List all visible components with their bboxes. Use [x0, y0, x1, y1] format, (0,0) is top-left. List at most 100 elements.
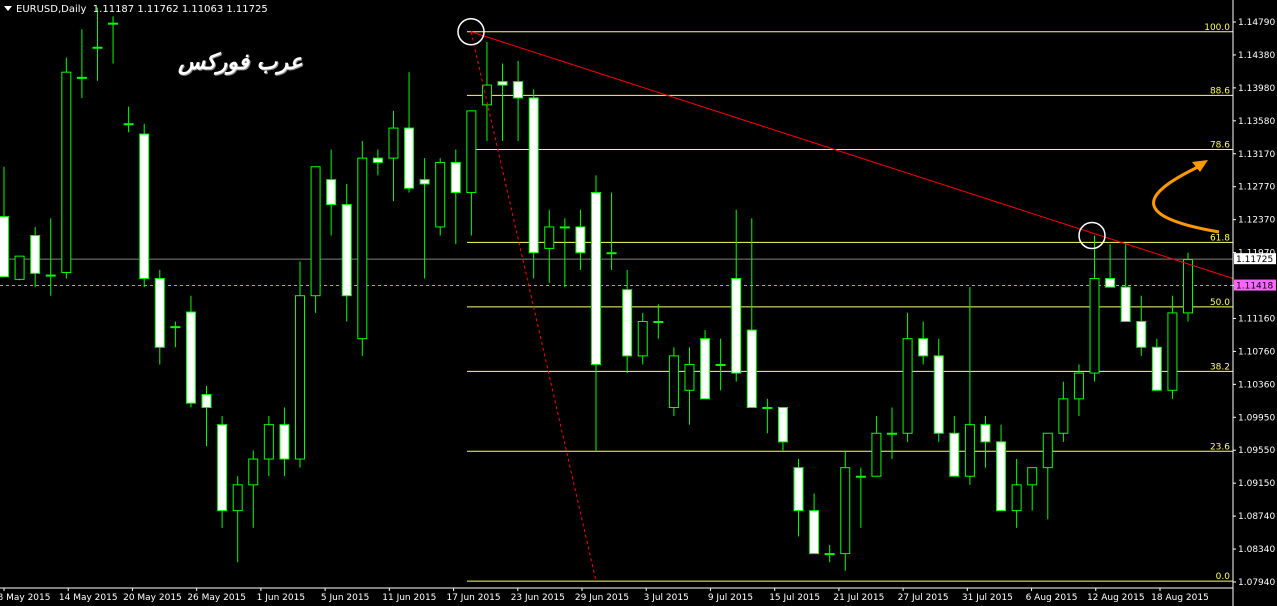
candle-body-down: [528, 97, 539, 254]
bid-price-label: 1.11418: [1236, 282, 1273, 292]
date-tick-label: 11 Jun 2015: [382, 593, 436, 603]
candle: [419, 158, 430, 279]
menu-arrow-icon[interactable]: [4, 6, 12, 11]
price-chart[interactable]: 100.0 88.6 78.6 61.8 50.0 38.2 23.6 0.0 1.14790…: [0, 0, 1277, 606]
candle: [746, 218, 757, 408]
date-tick-label: 21 Jul 2015: [833, 593, 884, 603]
candle: [824, 545, 835, 563]
chart-window[interactable]: 100.0 88.6 78.6 61.8 50.0 38.2 23.6 0.0 1.14790…: [0, 0, 1277, 606]
candle: [653, 304, 664, 339]
candle: [295, 261, 305, 468]
candle-body-up: [1027, 467, 1038, 486]
candle-body-up: [92, 46, 103, 49]
date-tick-label: 5 Jun 2015: [321, 593, 369, 603]
fib-label: 88.6: [1210, 86, 1230, 96]
candle: [170, 321, 181, 348]
price-tick-label: 1.14790: [1238, 18, 1275, 28]
candle-body-up: [170, 326, 181, 329]
candle-body-down: [1151, 346, 1162, 391]
price-tick-label: 1.12770: [1238, 183, 1275, 193]
candle-body-up: [435, 161, 446, 228]
price-tick-label: 1.12370: [1238, 216, 1275, 226]
candle-body-down: [419, 179, 430, 185]
candle: [341, 183, 352, 322]
chart-header: EURUSD,Daily 1.11187 1.11762 1.11063 1.1…: [4, 4, 268, 16]
candle-body-up: [45, 274, 56, 277]
candle-body-down: [279, 424, 290, 460]
candle: [591, 175, 601, 451]
candle: [1058, 381, 1069, 442]
candle-body-down: [809, 510, 820, 555]
candle: [949, 416, 960, 477]
candle: [248, 450, 259, 528]
candle: [123, 106, 134, 133]
fib-label: 61.8: [1210, 233, 1230, 243]
candle: [14, 255, 25, 281]
candle: [1105, 244, 1116, 288]
candle: [1027, 467, 1038, 511]
candle-body-down: [746, 329, 757, 408]
candle: [980, 416, 991, 468]
candle-body-down: [1136, 320, 1147, 348]
candle: [700, 330, 711, 400]
candle: [1042, 432, 1053, 520]
candle-body-up: [840, 467, 851, 555]
price-tick-label: 1.10760: [1238, 347, 1275, 357]
candle: [310, 166, 321, 313]
candle: [777, 406, 788, 451]
candle-body-up: [388, 127, 399, 159]
candle-body-down: [154, 278, 165, 348]
date-tick-label: 3 Jul 2015: [644, 593, 689, 603]
fib-label: 50.0: [1210, 298, 1230, 308]
date-tick-label: 20 May 2015: [123, 593, 182, 603]
candle: [497, 63, 508, 141]
candle: [1136, 295, 1147, 356]
candle: [731, 209, 742, 382]
candle-body-up: [76, 76, 87, 79]
candle-body-up: [653, 320, 664, 323]
candle: [45, 218, 56, 296]
candle-body-up: [1058, 398, 1069, 434]
date-tick-label: 1 Jun 2015: [257, 593, 305, 603]
candle: [871, 416, 882, 477]
candle-body-up: [855, 475, 866, 478]
candle-body-down: [326, 179, 337, 206]
fib-label: 100.0: [1204, 23, 1230, 33]
candle-body-down: [793, 467, 804, 512]
candle-body-down: [1120, 286, 1131, 322]
candle: [1073, 364, 1084, 417]
candle-body-up: [1183, 259, 1193, 314]
candle-body-up: [668, 355, 679, 408]
candle-body-down: [185, 311, 196, 404]
candle: [575, 209, 586, 270]
candle: [466, 110, 477, 236]
candle: [201, 385, 212, 447]
candle: [513, 61, 524, 141]
candle: [668, 347, 679, 417]
candle-body-down: [450, 161, 461, 194]
candle-body-down: [341, 204, 352, 297]
candle: [933, 338, 944, 442]
candle-body-up: [108, 22, 119, 25]
candle-body-up: [887, 432, 897, 435]
candle-body-down: [217, 424, 228, 512]
fib-label: 23.6: [1210, 442, 1230, 452]
candle-body-up: [357, 157, 368, 340]
candle: [76, 29, 87, 98]
candle-body-up: [1042, 432, 1053, 469]
date-tick-label: 18 Aug 2015: [1151, 593, 1209, 603]
candle: [108, 16, 119, 64]
date-tick-label: 27 Jul 2015: [898, 593, 949, 603]
candle-body-up: [263, 424, 274, 460]
candle: [0, 166, 9, 278]
price-lines: [0, 258, 1233, 287]
candle: [388, 110, 399, 202]
candle-body-up: [14, 255, 25, 280]
candle-body-down: [731, 278, 742, 374]
date-tick-label: 23 Jun 2015: [511, 593, 565, 603]
candle-body-up: [762, 406, 773, 409]
date-tick-label: 15 Jul 2015: [769, 593, 820, 603]
candle-body-down: [201, 394, 212, 408]
price-tick-label: 1.09950: [1238, 413, 1275, 423]
price-tick-label: 1.07940: [1238, 578, 1275, 588]
